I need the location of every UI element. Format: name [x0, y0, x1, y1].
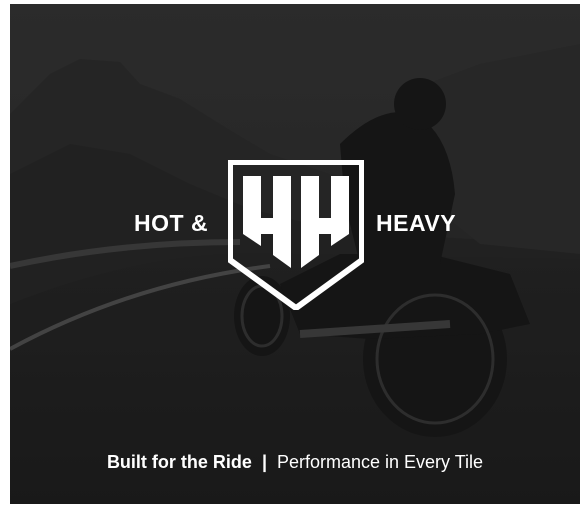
brand-word-right: HEAVY	[376, 210, 457, 236]
tagline: Built for the Ride | Performance in Every …	[10, 451, 580, 473]
tagline-separator: |	[261, 452, 267, 472]
brand-logo: HOT & HEAVY	[10, 160, 580, 310]
tagline-primary: Built for the Ride	[106, 452, 252, 472]
brand-word-left: HOT &	[134, 210, 209, 236]
hero-banner: HOT & HEAVY Built for the Ride | Performan…	[10, 4, 580, 504]
tagline-secondary: Performance in Every Tile	[276, 452, 484, 472]
hh-shield-emblem	[228, 160, 364, 310]
